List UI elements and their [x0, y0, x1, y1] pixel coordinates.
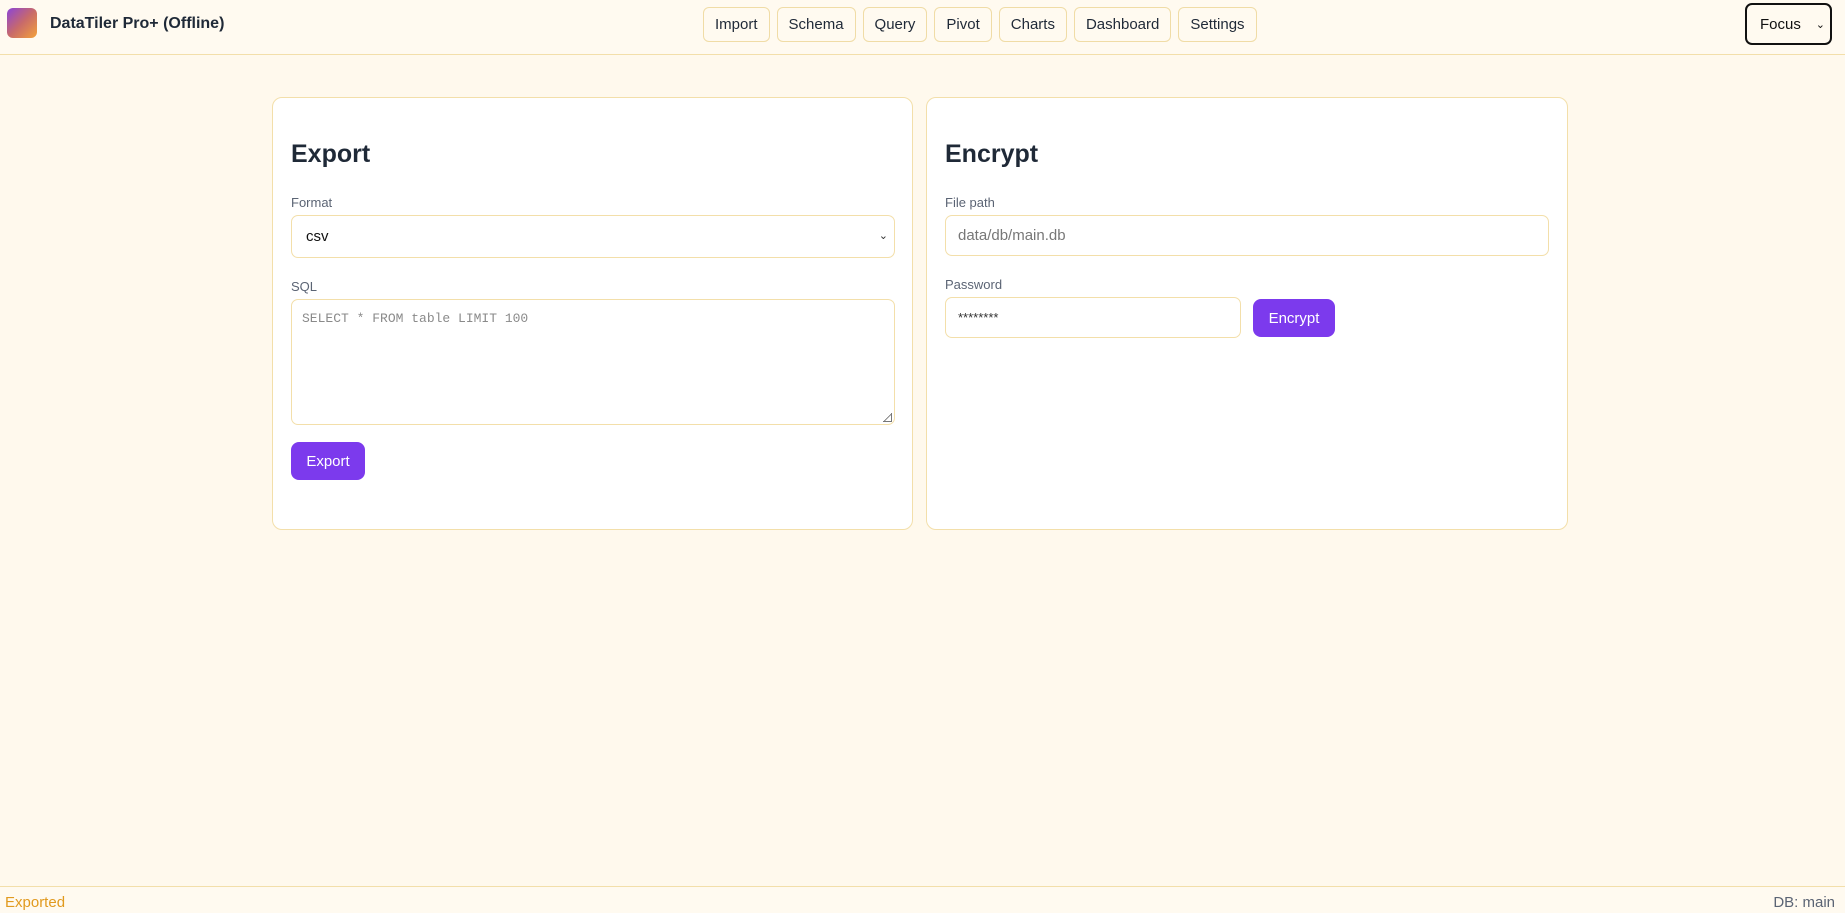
sql-placeholder: SELECT * FROM table LIMIT 100 [302, 311, 529, 326]
app-logo-icon [7, 8, 37, 38]
encrypt-button[interactable]: Encrypt [1253, 299, 1335, 337]
status-bar: Exported DB: main [0, 886, 1845, 913]
chevron-down-icon: ⌄ [1815, 19, 1825, 31]
sql-textarea[interactable]: SELECT * FROM table LIMIT 100 [291, 299, 895, 425]
file-path-placeholder: data/db/main.db [958, 227, 1066, 244]
export-title: Export [291, 140, 371, 168]
sql-label: SQL [291, 279, 318, 294]
db-indicator: DB: main [1773, 894, 1835, 911]
encrypt-panel: Encrypt File path data/db/main.db Passwo… [926, 97, 1568, 530]
nav-settings-button[interactable]: Settings [1178, 7, 1257, 42]
main-nav: Import Schema Query Pivot Charts Dashboa… [703, 7, 1257, 42]
nav-schema-button[interactable]: Schema [776, 7, 856, 42]
format-select[interactable]: csv ⌄ [291, 215, 895, 258]
password-label: Password [945, 277, 1003, 292]
password-input[interactable]: ******** [945, 297, 1241, 338]
file-path-input[interactable]: data/db/main.db [945, 215, 1549, 256]
nav-query-button[interactable]: Query [862, 7, 928, 42]
status-message: Exported [5, 894, 66, 911]
export-panel: Export Format csv ⌄ SQL SELECT * FROM ta… [272, 97, 913, 530]
password-value: ******** [958, 310, 999, 325]
format-label: Format [291, 195, 333, 210]
nav-pivot-button[interactable]: Pivot [934, 7, 992, 42]
app-title: DataTiler Pro+ (Offline) [50, 15, 225, 32]
format-select-value: csv [306, 228, 329, 245]
nav-charts-button[interactable]: Charts [998, 7, 1067, 42]
top-bar: DataTiler Pro+ (Offline) Import Schema Q… [0, 0, 1845, 55]
nav-dashboard-button[interactable]: Dashboard [1073, 7, 1172, 42]
export-button[interactable]: Export [291, 442, 365, 480]
encrypt-title: Encrypt [945, 140, 1039, 168]
mode-select[interactable]: Focus ⌄ [1745, 3, 1832, 45]
nav-import-button[interactable]: Import [703, 7, 770, 42]
resize-handle-icon[interactable] [883, 413, 892, 422]
mode-select-value: Focus [1760, 15, 1801, 33]
chevron-down-icon: ⌄ [878, 230, 888, 242]
file-path-label: File path [945, 195, 995, 210]
